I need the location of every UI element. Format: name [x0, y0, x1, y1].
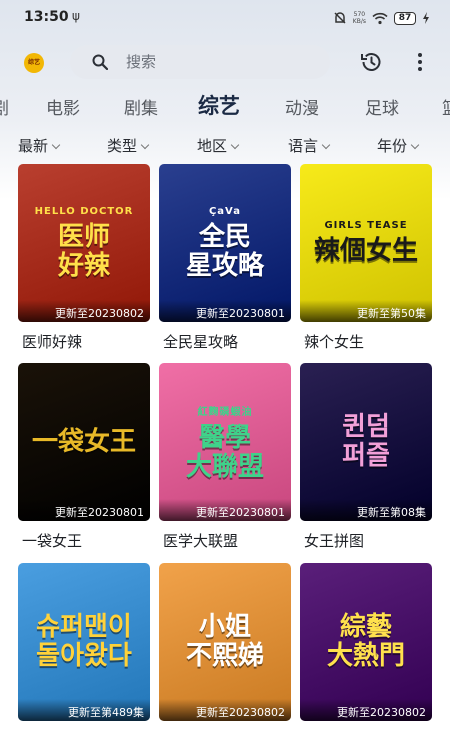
poster-artwork-text: 퀸덤 퍼즐 — [342, 413, 390, 470]
tab-partial-right[interactable]: 篮 — [442, 94, 450, 119]
poster-artwork-text: 小姐 不熙娣 — [186, 613, 264, 670]
chevron-down-icon — [230, 140, 240, 150]
update-label: 更新至20230802 — [300, 699, 432, 721]
update-label: 更新至20230801 — [18, 499, 150, 521]
poster-title-art: 小姐 不熙娣 — [185, 612, 264, 671]
poster-title-art: 全民 星攻略 — [185, 221, 264, 281]
poster-art: 綜藝 大熱門 — [300, 563, 432, 721]
search-icon — [92, 54, 108, 70]
more-menu-icon[interactable] — [410, 51, 430, 73]
net-speed-unit: KB/s — [352, 18, 366, 25]
poster-art: 一袋女王 — [18, 363, 150, 521]
tab-football[interactable]: 足球 — [365, 94, 399, 119]
update-label: 更新至20230802 — [159, 699, 291, 721]
show-poster[interactable]: 小姐 不熙娣 更新至20230802 — [159, 563, 291, 721]
chevron-down-icon — [140, 140, 150, 150]
show-poster[interactable]: GIRLS TEASE 辣個女生 更新至第50集 — [300, 164, 432, 322]
poster-title-art: 綜藝 大熱門 — [326, 612, 405, 671]
tab-series[interactable]: 剧集 — [124, 94, 158, 119]
poster-art: ÇaVa 全民 星攻略 — [159, 164, 291, 322]
net-speed: 570 KB/s — [353, 11, 366, 25]
update-label: 更新至20230802 — [18, 300, 150, 322]
poster-tagline: ÇaVa — [208, 205, 241, 217]
history-icon[interactable] — [359, 50, 383, 74]
filter-sort[interactable]: 最新 — [18, 135, 61, 156]
poster-art: GIRLS TEASE 辣個女生 — [300, 164, 432, 322]
update-label: 更新至第50集 — [300, 300, 432, 322]
poster-artwork-text: 紅麴磷蝦油醫學 大聯盟 — [186, 403, 264, 481]
filter-year[interactable]: 年份 — [377, 135, 420, 156]
poster-tagline: HELLO DOCTOR — [34, 205, 134, 217]
poster-artwork-text: 슈퍼맨이 돌아왔다 — [36, 613, 132, 670]
filter-label: 类型 — [107, 137, 138, 155]
update-label: 更新至20230801 — [159, 499, 291, 521]
tab-anime[interactable]: 动漫 — [285, 94, 319, 119]
tab-movies[interactable]: 电影 — [46, 94, 80, 119]
poster-title-art: 一袋女王 — [31, 426, 136, 457]
filter-type[interactable]: 类型 — [107, 135, 150, 156]
poster-artwork-text: 一袋女王 — [32, 428, 136, 457]
filter-label: 年份 — [377, 137, 408, 155]
poster-art: 紅麴磷蝦油醫學 大聯盟 — [159, 363, 291, 521]
filter-label: 语言 — [288, 137, 319, 155]
poster-art: HELLO DOCTOR 医师 好辣 — [18, 164, 150, 322]
update-label: 更新至20230801 — [159, 300, 291, 322]
poster-tagline: 紅麴磷蝦油 — [197, 406, 253, 418]
tab-partial-left[interactable]: 剧 — [0, 94, 9, 119]
poster-art: 小姐 不熙娣 — [159, 563, 291, 721]
poster-artwork-text: ÇaVa 全民 星攻略 — [186, 206, 264, 280]
show-poster[interactable]: 一袋女王 更新至20230801 — [18, 363, 150, 521]
show-title[interactable]: 医学大联盟 — [163, 530, 238, 551]
wifi-icon — [372, 12, 388, 24]
net-speed-value: 570 — [353, 11, 366, 18]
mute-icon — [334, 12, 346, 24]
search-box[interactable] — [70, 45, 330, 79]
poster-artwork-text: GIRLS TEASE 辣個女生 — [314, 220, 418, 266]
show-poster[interactable]: 紅麴磷蝦油醫學 大聯盟 更新至20230801 — [159, 363, 291, 521]
app-logo[interactable]: 综艺 — [24, 53, 44, 73]
poster-artwork-text: HELLO DOCTOR 医师 好辣 — [35, 206, 134, 280]
charging-icon — [423, 12, 429, 24]
filter-language[interactable]: 语言 — [288, 135, 331, 156]
poster-artwork-text: 綜藝 大熱門 — [327, 613, 405, 670]
chevron-down-icon — [410, 140, 420, 150]
poster-title-art: 醫學 大聯盟 — [185, 422, 264, 482]
status-time: 13:50 — [24, 9, 69, 25]
filter-row: 最新 类型 地区 语言 年份 — [0, 133, 450, 157]
poster-art: 퀸덤 퍼즐 — [300, 363, 432, 521]
status-icons: 570 KB/s 87 — [333, 9, 430, 27]
battery-indicator: 87 — [394, 11, 416, 25]
poster-title-art: 슈퍼맨이 돌아왔다 — [36, 612, 132, 671]
filter-label: 地区 — [197, 137, 228, 155]
show-title[interactable]: 全民星攻略 — [163, 331, 238, 352]
tab-variety[interactable]: 综艺 — [198, 90, 240, 120]
status-bar: 13:50 ψ 570 KB/s 87 — [0, 0, 450, 36]
chevron-down-icon — [51, 140, 61, 150]
poster-tagline: GIRLS TEASE — [324, 220, 408, 232]
show-title[interactable]: 医师好辣 — [22, 331, 82, 352]
poster-art: 슈퍼맨이 돌아왔다 — [18, 563, 150, 721]
show-title[interactable]: 辣个女生 — [304, 331, 364, 352]
chevron-down-icon — [321, 140, 331, 150]
usb-icon: ψ — [72, 9, 80, 23]
update-label: 更新至第08集 — [300, 499, 432, 521]
poster-title-art: 医师 好辣 — [57, 221, 110, 281]
poster-title-art: 퀸덤 퍼즐 — [342, 412, 390, 471]
show-poster[interactable]: HELLO DOCTOR 医师 好辣 更新至20230802 — [18, 164, 150, 322]
search-input[interactable] — [126, 50, 316, 74]
show-poster[interactable]: 퀸덤 퍼즐 更新至第08集 — [300, 363, 432, 521]
show-poster[interactable]: 綜藝 大熱門 更新至20230802 — [300, 563, 432, 721]
show-title[interactable]: 一袋女王 — [22, 530, 82, 551]
show-poster[interactable]: 슈퍼맨이 돌아왔다 更新至第489集 — [18, 563, 150, 721]
filter-region[interactable]: 地区 — [197, 135, 240, 156]
show-poster[interactable]: ÇaVa 全民 星攻略 更新至20230801 — [159, 164, 291, 322]
update-label: 更新至第489集 — [18, 699, 150, 721]
category-tabs: 剧 电影 剧集 综艺 动漫 足球 篮 — [0, 90, 450, 124]
show-title[interactable]: 女王拼图 — [304, 530, 364, 551]
poster-title-art: 辣個女生 — [313, 236, 418, 267]
filter-label: 最新 — [18, 137, 49, 155]
